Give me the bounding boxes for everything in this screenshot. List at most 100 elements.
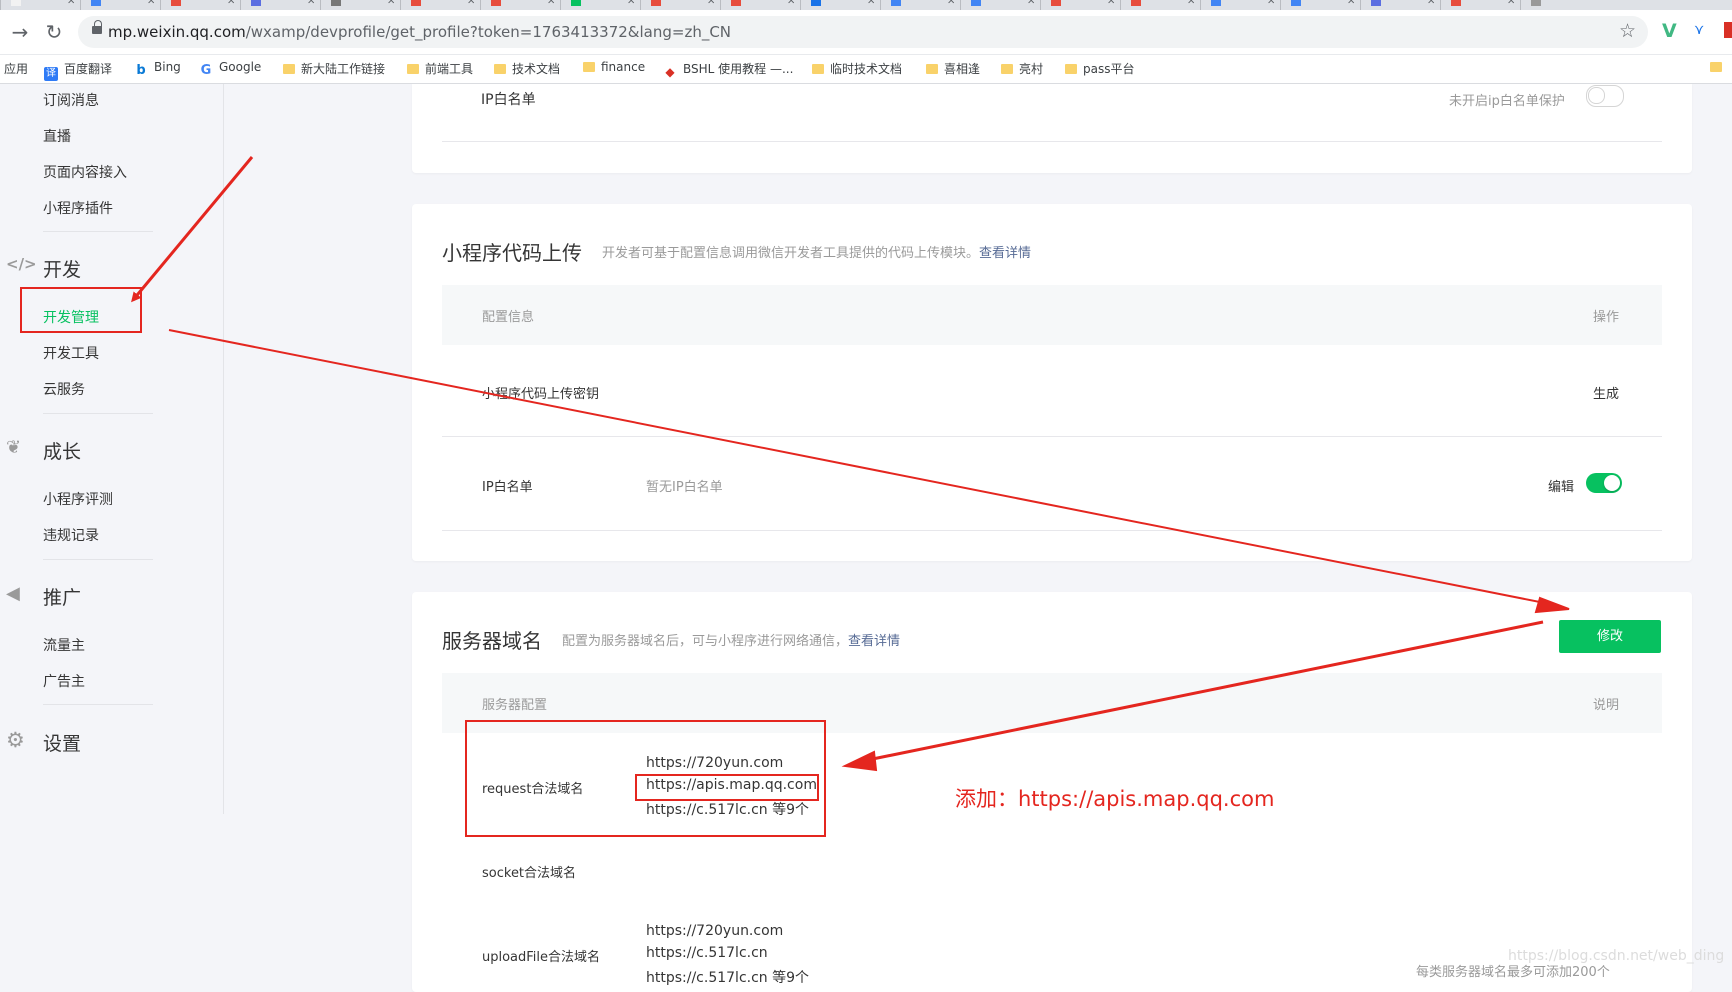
browser-tab[interactable]: ✕ (960, 0, 1041, 10)
browser-tab[interactable]: ✕ (0, 0, 81, 10)
browser-tab[interactable]: ✕ (80, 0, 161, 10)
sidebar: 订阅消息 直播 页面内容接入 小程序插件 </> 开发 开发管理 开发工具 云服… (0, 84, 223, 975)
bookmark-folder[interactable]: 临时技术文档 (812, 60, 902, 77)
table-header: 配置信息 操作 (442, 285, 1662, 345)
bookmark-bshl[interactable]: ◆ BSHL 使用教程 —... (663, 60, 793, 79)
browser-tab[interactable]: ✕ (1200, 0, 1281, 10)
ip-whitelist-card: IP白名单 未开启ip白名单保护 (412, 84, 1692, 173)
watermark: https://blog.csdn.net/web_ding (1508, 948, 1725, 964)
extension-icon[interactable]: ⋎ (1694, 22, 1704, 38)
browser-tab[interactable]: ✕ (720, 0, 801, 10)
browser-tab[interactable]: ✕ (800, 0, 881, 10)
browser-tab[interactable]: ✕ (1120, 0, 1201, 10)
ip-whitelist-label: IP白名单 (481, 92, 536, 108)
server-domain-title: 服务器域名 (442, 629, 542, 653)
sidebar-item-traffic-owner[interactable]: 流量主 (43, 635, 85, 655)
browser-tab[interactable]: ✕ (880, 0, 961, 10)
sidebar-item-live[interactable]: 直播 (43, 126, 71, 146)
upload-ip-toggle[interactable] (1586, 473, 1622, 493)
browser-tab[interactable]: ✕ (640, 0, 721, 10)
vue-devtools-icon[interactable]: V (1662, 20, 1677, 42)
code-upload-detail-link[interactable]: 查看详情 (979, 246, 1031, 261)
browser-tab[interactable]: ✕ (480, 0, 561, 10)
bookmark-folder[interactable]: 新大陆工作链接 (283, 60, 385, 77)
server-domain-desc: 配置为服务器域名后，可与小程序进行网络通信，查看详情 (562, 634, 901, 649)
highlight-box-map-domain (635, 774, 819, 801)
lock-icon (92, 20, 102, 36)
browser-tab[interactable]: ✕ (1360, 0, 1441, 10)
sidebar-item-dev-tools[interactable]: 开发工具 (43, 343, 99, 363)
browser-tab[interactable]: ✕ (240, 0, 321, 10)
sidebar-item-page-content[interactable]: 页面内容接入 (43, 162, 127, 182)
google-icon: G (199, 63, 213, 78)
sidebar-item-violations[interactable]: 违规记录 (43, 525, 99, 545)
sprout-icon: ❦ (6, 437, 22, 458)
browser-tab[interactable]: ✕ (1040, 0, 1121, 10)
bookmark-google[interactable]: G Google (199, 60, 261, 78)
megaphone-icon: ◀ (6, 583, 20, 604)
bookmark-folder[interactable]: pass平台 (1065, 60, 1134, 77)
browser-tab[interactable]: ✕ (1440, 0, 1521, 10)
folder-icon (812, 64, 824, 74)
gear-icon: ⚙ (6, 728, 25, 752)
browser-tab[interactable]: ✕ (1280, 0, 1361, 10)
folder-icon (1001, 64, 1013, 74)
browser-tab[interactable]: ✕ (400, 0, 481, 10)
browser-tab[interactable]: ✕ (560, 0, 641, 10)
bookmark-baidu-translate[interactable]: 译百度翻译 (44, 60, 112, 81)
sidebar-divider (43, 559, 153, 560)
baidu-translate-icon: 译 (44, 67, 58, 81)
sidebar-section-growth[interactable]: 成长 (43, 437, 81, 464)
upload-domain-item: https://c.517lc.cn 等9个 (646, 970, 810, 986)
socket-domain-label: socket合法域名 (482, 866, 577, 881)
sidebar-item-cloud[interactable]: 云服务 (43, 379, 85, 399)
sidebar-border (223, 84, 224, 814)
bookmarks-bar: 应用 译百度翻译 b Bing G Google 新大陆工作链接 前端工具 技术文档… (0, 55, 1732, 84)
annotation-text: 添加：https://apis.map.qq.com (955, 787, 1275, 811)
url-input[interactable]: mp.weixin.qq.com/wxamp/devprofile/get_pr… (78, 16, 1648, 48)
extension-icon[interactable] (1724, 22, 1732, 38)
folder-icon (283, 64, 295, 74)
sidebar-section-settings[interactable]: 设置 (43, 729, 81, 756)
sidebar-item-advertiser[interactable]: 广告主 (43, 671, 85, 691)
bookmark-folder[interactable]: 喜相逢 (926, 60, 980, 77)
upload-domain-item: https://720yun.com (646, 923, 784, 939)
folder-icon (407, 64, 419, 74)
browser-tab[interactable]: ✕ (320, 0, 401, 10)
bookmark-folder[interactable]: 亮村 (1001, 60, 1043, 77)
browser-tab[interactable]: ✕ (160, 0, 241, 10)
sidebar-item-evaluation[interactable]: 小程序评测 (43, 489, 113, 509)
sidebar-section-promo[interactable]: 推广 (43, 583, 81, 610)
upload-ip-whitelist-label: IP白名单 (482, 480, 533, 495)
code-upload-title: 小程序代码上传 (442, 241, 582, 265)
bookmark-folder[interactable] (1710, 60, 1728, 74)
edit-server-domain-button[interactable]: 修改 (1559, 620, 1661, 653)
bookmark-folder[interactable]: finance (583, 60, 645, 74)
folder-icon (1710, 62, 1722, 72)
edit-ip-whitelist-link[interactable]: 编辑 (1548, 476, 1574, 495)
upload-key-label: 小程序代码上传密钥 (482, 387, 600, 402)
col-server-config: 服务器配置 (482, 698, 548, 713)
bookmark-bing[interactable]: b Bing (134, 60, 181, 78)
sidebar-divider (43, 413, 153, 414)
sidebar-item-subscribe-message[interactable]: 订阅消息 (43, 90, 99, 110)
url-path: /wxamp/devprofile/get_profile?token=1763… (245, 23, 732, 41)
forward-icon[interactable]: → (6, 18, 34, 46)
server-domain-detail-link[interactable]: 查看详情 (848, 634, 900, 649)
col-action: 操作 (1593, 310, 1620, 325)
upload-domain-label: uploadFile合法域名 (482, 950, 601, 965)
bookmark-folder[interactable]: 技术文档 (494, 60, 560, 77)
highlight-box-dev-management (20, 287, 142, 333)
browser-tab[interactable] (1520, 0, 1601, 10)
code-icon: </> (6, 255, 37, 273)
bookmark-apps[interactable]: 应用 (4, 60, 28, 77)
reload-icon[interactable]: ↻ (40, 18, 68, 46)
bookmark-folder[interactable]: 前端工具 (407, 60, 473, 77)
ip-whitelist-toggle[interactable] (1586, 85, 1624, 107)
sidebar-section-dev[interactable]: 开发 (43, 255, 81, 282)
generate-key-link[interactable]: 生成 (1593, 383, 1619, 402)
sidebar-item-plugins[interactable]: 小程序插件 (43, 198, 113, 218)
ip-whitelist-status: 未开启ip白名单保护 (1449, 94, 1565, 109)
bshl-icon: ◆ (663, 65, 677, 79)
bookmark-star-icon[interactable]: ☆ (1619, 20, 1636, 42)
